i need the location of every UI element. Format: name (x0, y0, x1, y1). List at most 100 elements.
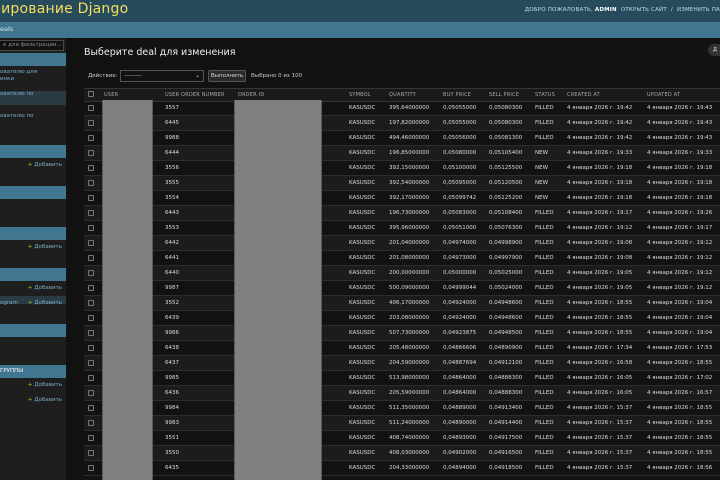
row-checkbox[interactable] (88, 105, 94, 111)
run-action-button[interactable]: Выполнить (208, 70, 246, 82)
cell-user-order-number[interactable]: 6444 (165, 150, 179, 156)
app-caption[interactable] (0, 324, 66, 337)
cell-user-order-number[interactable]: 6445 (165, 120, 179, 126)
table-row[interactable]: 3551 KASUSDC 408,74000000 0,04893000 0,04917… (84, 431, 720, 446)
cell-user-order-number[interactable]: 3556 (165, 165, 179, 171)
table-row[interactable]: 6445 KASUSDC 197,82000000 0,05055000 0,05080… (84, 116, 720, 131)
table-row[interactable]: 6437 KASUSDC 204,59000000 0,04887694 0,04912… (84, 356, 720, 371)
sidebar-link[interactable]: ователю для (0, 69, 66, 76)
cell-user-order-number[interactable]: 9984 (165, 405, 179, 411)
add-link[interactable]: + Добавить (28, 382, 62, 388)
cell-user-order-number[interactable]: 6435 (165, 465, 179, 471)
row-checkbox[interactable] (88, 345, 94, 351)
column-symbol[interactable]: SYMBOL (349, 92, 371, 98)
cell-user-order-number[interactable]: 9983 (165, 420, 179, 426)
add-link[interactable]: + Добавить (28, 397, 62, 403)
cell-user-order-number[interactable]: 6438 (165, 345, 179, 351)
table-row[interactable]: 6441 KASUSDC 201,08000000 0,04973000 0,04997… (84, 251, 720, 266)
column-order-id[interactable]: ORDER ID (238, 92, 264, 98)
table-row[interactable]: 3557 KASUSDC 395,64000000 0,05055000 0,05080… (84, 101, 720, 116)
cell-user-order-number[interactable]: 6443 (165, 210, 179, 216)
table-row[interactable]: 6443 KASUSDC 196,73000000 0,05083000 0,05108… (84, 206, 720, 221)
column-user[interactable]: USER (104, 92, 118, 98)
row-checkbox[interactable] (88, 405, 94, 411)
column-buy-price[interactable]: BUY PRICE (443, 92, 471, 98)
column-created-at[interactable]: CREATED AT (567, 92, 600, 98)
site-branding[interactable]: рирование Django (0, 1, 128, 17)
table-row[interactable]: 3550 KASUSDC 408,03000000 0,04902000 0,04916… (84, 446, 720, 461)
table-row[interactable]: 6439 KASUSDC 203,08000000 0,04924000 0,04948… (84, 311, 720, 326)
app-caption[interactable] (0, 145, 66, 158)
view-site-link[interactable]: ОТКРЫТЬ САЙТ (621, 7, 667, 13)
app-caption[interactable] (0, 53, 66, 66)
cell-user-order-number[interactable]: 9985 (165, 375, 179, 381)
cell-user-order-number[interactable]: 6437 (165, 360, 179, 366)
action-select[interactable]: --------- ⌄ (120, 70, 204, 82)
table-row[interactable]: 9983 KASUSDC 511,24000000 0,04890000 0,04914… (84, 416, 720, 431)
cell-user-order-number[interactable]: 6440 (165, 270, 179, 276)
row-checkbox[interactable] (88, 300, 94, 306)
row-checkbox[interactable] (88, 150, 94, 156)
table-row[interactable]: 3556 KASUSDC 392,15000000 0,05100000 0,05125… (84, 161, 720, 176)
cell-user-order-number[interactable]: 3552 (165, 300, 179, 306)
cell-user-order-number[interactable]: 9987 (165, 285, 179, 291)
cell-user-order-number[interactable]: 6439 (165, 315, 179, 321)
table-row[interactable]: 9986 KASUSDC 507,73000000 0,04923875 0,04948… (84, 326, 720, 341)
add-link[interactable]: + Добавить (28, 300, 62, 306)
row-checkbox[interactable] (88, 285, 94, 291)
app-caption[interactable]: ГРУППЫ (0, 365, 66, 378)
row-checkbox[interactable] (88, 465, 94, 471)
cell-user-order-number[interactable]: 3551 (165, 435, 179, 441)
sidebar-link[interactable]: инки (0, 76, 66, 83)
row-checkbox[interactable] (88, 180, 94, 186)
table-row[interactable]: 3555 KASUSDC 392,54000000 0,05095000 0,05120… (84, 176, 720, 191)
cell-user-order-number[interactable]: 3557 (165, 105, 179, 111)
table-row[interactable]: 9985 KASUSDC 513,98000000 0,04864000 0,04888… (84, 371, 720, 386)
row-checkbox[interactable] (88, 435, 94, 441)
table-row[interactable]: 3552 KASUSDC 406,17000000 0,04924000 0,04948… (84, 296, 720, 311)
row-checkbox[interactable] (88, 255, 94, 261)
cell-user-order-number[interactable]: 3554 (165, 195, 179, 201)
column-updated-at[interactable]: UPDATED AT (647, 92, 680, 98)
cell-user-order-number[interactable]: 3555 (165, 180, 179, 186)
column-status[interactable]: STATUS (535, 92, 555, 98)
row-checkbox[interactable] (88, 270, 94, 276)
row-checkbox[interactable] (88, 315, 94, 321)
row-checkbox[interactable] (88, 330, 94, 336)
sidebar-link[interactable]: ователю по (0, 113, 66, 120)
row-checkbox[interactable] (88, 420, 94, 426)
sidebar-link-selected[interactable]: ователю по (0, 91, 66, 105)
cell-user-order-number[interactable]: 6441 (165, 255, 179, 261)
table-row[interactable]: 6438 KASUSDC 205,48000000 0,04866606 0,04890… (84, 341, 720, 356)
table-row[interactable]: 6442 KASUSDC 201,04000000 0,04974000 0,04998… (84, 236, 720, 251)
table-row[interactable]: 6440 KASUSDC 200,00000000 0,05000000 0,05025… (84, 266, 720, 281)
add-link[interactable]: + Добавить (28, 162, 62, 168)
table-row[interactable]: 9988 KASUSDC 494,46000000 0,05056000 0,05081… (84, 131, 720, 146)
nav-filter-input[interactable]: е для фильтрации... (0, 40, 64, 51)
cell-user-order-number[interactable]: 3553 (165, 225, 179, 231)
table-row[interactable]: 9987 KASUSDC 500,09000000 0,04999044 0,05024… (84, 281, 720, 296)
cell-user-order-number[interactable]: 9986 (165, 330, 179, 336)
column-user-order-number[interactable]: USER ORDER NUMBER (165, 92, 225, 98)
table-row[interactable]: 9984 KASUSDC 511,35000000 0,04889000 0,04913… (84, 401, 720, 416)
table-row[interactable]: 6444 KASUSDC 196,85000000 0,05080000 0,05105… (84, 146, 720, 161)
app-caption[interactable] (0, 186, 66, 199)
cell-user-order-number[interactable]: 3550 (165, 450, 179, 456)
cell-user-order-number[interactable]: 9988 (165, 135, 179, 141)
row-checkbox[interactable] (88, 165, 94, 171)
add-deal-button[interactable]: Д (708, 44, 720, 56)
row-checkbox[interactable] (88, 120, 94, 126)
app-caption[interactable] (0, 227, 66, 240)
cell-user-order-number[interactable]: 6436 (165, 390, 179, 396)
table-row[interactable]: 6435 KASUSDC 204,33000000 0,04894000 0,04918… (84, 461, 720, 476)
add-link[interactable]: + Добавить (28, 244, 62, 250)
table-row[interactable]: 6436 KASUSDC 205,59000000 0,04864000 0,04888… (84, 386, 720, 401)
column-quantity[interactable]: QUANTITY (389, 92, 416, 98)
app-caption[interactable] (0, 268, 66, 281)
row-checkbox[interactable] (88, 135, 94, 141)
row-checkbox[interactable] (88, 195, 94, 201)
row-checkbox[interactable] (88, 210, 94, 216)
row-checkbox[interactable] (88, 360, 94, 366)
row-checkbox[interactable] (88, 240, 94, 246)
table-row[interactable]: 3554 KASUSDC 392,17000000 0,05099742 0,05125… (84, 191, 720, 206)
